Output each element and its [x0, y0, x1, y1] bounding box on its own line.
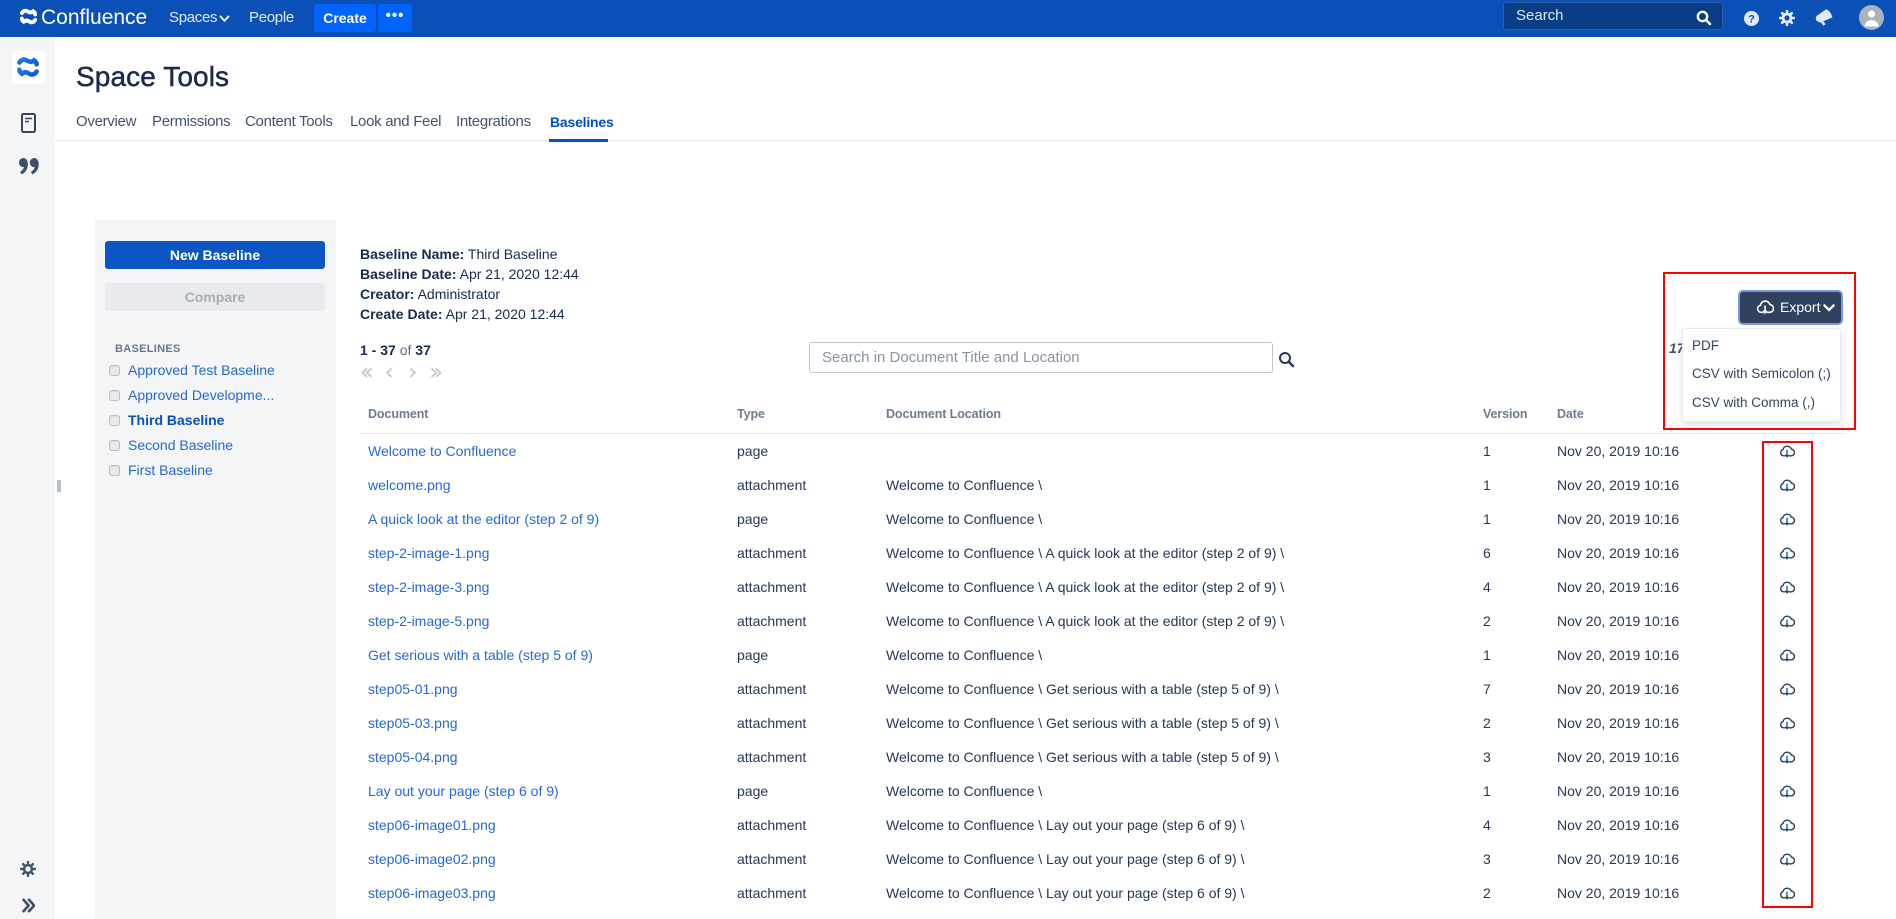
svg-text:?: ? — [1748, 13, 1755, 25]
